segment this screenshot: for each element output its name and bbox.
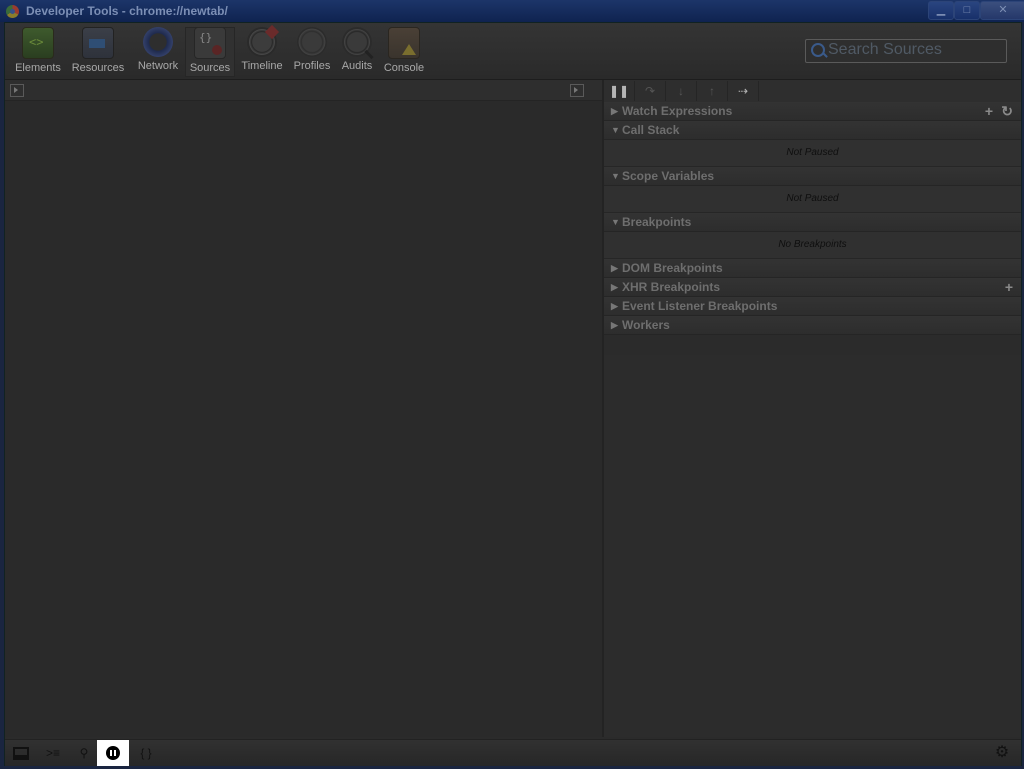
- editor-area[interactable]: [5, 101, 602, 737]
- tab-console[interactable]: Console: [381, 27, 427, 77]
- add-xhr-breakpoint-button[interactable]: +: [1005, 278, 1013, 296]
- audits-icon: [342, 27, 372, 57]
- section-watch-expressions[interactable]: ▶ Watch Expressions + ↻: [604, 102, 1021, 121]
- section-event-listener-breakpoints[interactable]: ▶ Event Listener Breakpoints: [604, 297, 1021, 316]
- search-box[interactable]: [805, 39, 1007, 63]
- section-title: DOM Breakpoints: [622, 261, 723, 275]
- window-title: Developer Tools - chrome://newtab/: [26, 4, 228, 18]
- devtools-frame: Elements Resources Network Sources Timel…: [4, 22, 1022, 766]
- dock-icon: [13, 747, 29, 760]
- search-icon: ⚲: [79, 746, 89, 760]
- section-dom-breakpoints[interactable]: ▶ DOM Breakpoints: [604, 259, 1021, 278]
- section-title: XHR Breakpoints: [622, 280, 721, 294]
- tab-timeline[interactable]: Timeline: [239, 27, 285, 77]
- step-over-button[interactable]: ↷: [635, 81, 666, 101]
- tab-label: Timeline: [241, 60, 283, 72]
- section-title: Breakpoints: [622, 215, 692, 229]
- console-drawer-icon: >≡: [45, 746, 60, 760]
- resources-icon: [82, 27, 114, 59]
- refresh-watch-button[interactable]: ↻: [1001, 102, 1013, 120]
- expand-triangle-icon: ▶: [611, 106, 618, 116]
- maximize-button[interactable]: □: [954, 1, 980, 20]
- window-titlebar: Developer Tools - chrome://newtab/ ▁ □ ✕: [0, 0, 1024, 22]
- breakpoints-status: No Breakpoints: [604, 232, 1021, 259]
- section-breakpoints[interactable]: ▼ Breakpoints: [604, 213, 1021, 232]
- timeline-icon: [247, 27, 277, 57]
- section-title: Event Listener Breakpoints: [622, 299, 778, 313]
- expand-triangle-icon: ▶: [611, 282, 618, 292]
- search-input[interactable]: [828, 41, 998, 59]
- section-workers[interactable]: ▶ Workers: [604, 316, 1021, 335]
- console-drawer-button[interactable]: >≡: [37, 740, 69, 766]
- section-scope-variables[interactable]: ▼ Scope Variables: [604, 167, 1021, 186]
- call-stack-status: Not Paused: [604, 140, 1021, 167]
- pause-on-exceptions-button[interactable]: [97, 740, 129, 766]
- search-button[interactable]: ⚲: [68, 740, 100, 766]
- step-into-button[interactable]: ↓: [666, 81, 697, 101]
- network-icon: [143, 27, 173, 57]
- section-call-stack[interactable]: ▼ Call Stack: [604, 121, 1021, 140]
- console-icon: [388, 27, 420, 59]
- pretty-print-icon: { }: [140, 746, 152, 760]
- tab-audits[interactable]: Audits: [337, 27, 377, 77]
- dock-button[interactable]: [5, 740, 37, 766]
- tab-label: Network: [137, 60, 179, 72]
- status-bar: >≡ ⚲ { } ⚙: [5, 739, 1021, 766]
- tab-network[interactable]: Network: [133, 27, 183, 77]
- show-navigator-icon[interactable]: [10, 84, 24, 97]
- debugger-sidebar-empty: [604, 355, 1021, 737]
- tab-label: Console: [383, 62, 425, 74]
- editor-header: [5, 80, 602, 101]
- tab-label: Audits: [341, 60, 373, 72]
- close-button[interactable]: ✕: [980, 1, 1024, 20]
- expand-triangle-icon: ▶: [611, 320, 618, 330]
- step-out-button[interactable]: ↑: [697, 81, 728, 101]
- tab-label: Sources: [189, 62, 231, 74]
- tab-elements[interactable]: Elements: [13, 27, 63, 77]
- chrome-icon: [6, 5, 19, 18]
- gear-icon: ⚙: [994, 744, 1010, 761]
- show-debugger-icon[interactable]: [570, 84, 584, 97]
- tab-profiles[interactable]: Profiles: [289, 27, 335, 77]
- collapse-triangle-icon: ▼: [611, 125, 620, 135]
- section-title: Workers: [622, 318, 670, 332]
- pretty-print-button[interactable]: { }: [130, 740, 162, 766]
- section-xhr-breakpoints[interactable]: ▶ XHR Breakpoints +: [604, 278, 1021, 297]
- sources-icon: [194, 27, 226, 59]
- panel-toolbar: Elements Resources Network Sources Timel…: [5, 23, 1021, 80]
- collapse-triangle-icon: ▼: [611, 171, 620, 181]
- pause-button[interactable]: ❚❚: [604, 81, 635, 101]
- pause-on-exceptions-icon: [106, 746, 120, 760]
- settings-button[interactable]: ⚙: [991, 740, 1013, 766]
- tab-resources[interactable]: Resources: [67, 27, 129, 77]
- debugger-sidebar: ▶ Watch Expressions + ↻ ▼ Call Stack Not…: [604, 102, 1021, 335]
- tab-label: Elements: [15, 62, 61, 74]
- elements-icon: [22, 27, 54, 59]
- tab-label: Resources: [71, 62, 125, 74]
- expand-triangle-icon: ▶: [611, 301, 618, 311]
- deactivate-breakpoints-button[interactable]: ⇢: [728, 81, 759, 101]
- scope-status: Not Paused: [604, 186, 1021, 213]
- search-icon: [811, 43, 825, 57]
- expand-triangle-icon: ▶: [611, 263, 618, 273]
- tab-sources[interactable]: Sources: [185, 27, 235, 77]
- section-title: Scope Variables: [622, 169, 715, 183]
- collapse-triangle-icon: ▼: [611, 217, 620, 227]
- debugger-toolbar: ❚❚ ↷ ↓ ↑ ⇢: [604, 80, 1021, 103]
- minimize-button[interactable]: ▁: [928, 1, 954, 20]
- add-watch-button[interactable]: +: [985, 102, 993, 120]
- tab-label: Profiles: [293, 60, 331, 72]
- profiles-icon: [297, 27, 327, 57]
- section-title: Watch Expressions: [622, 104, 733, 118]
- section-title: Call Stack: [622, 123, 680, 137]
